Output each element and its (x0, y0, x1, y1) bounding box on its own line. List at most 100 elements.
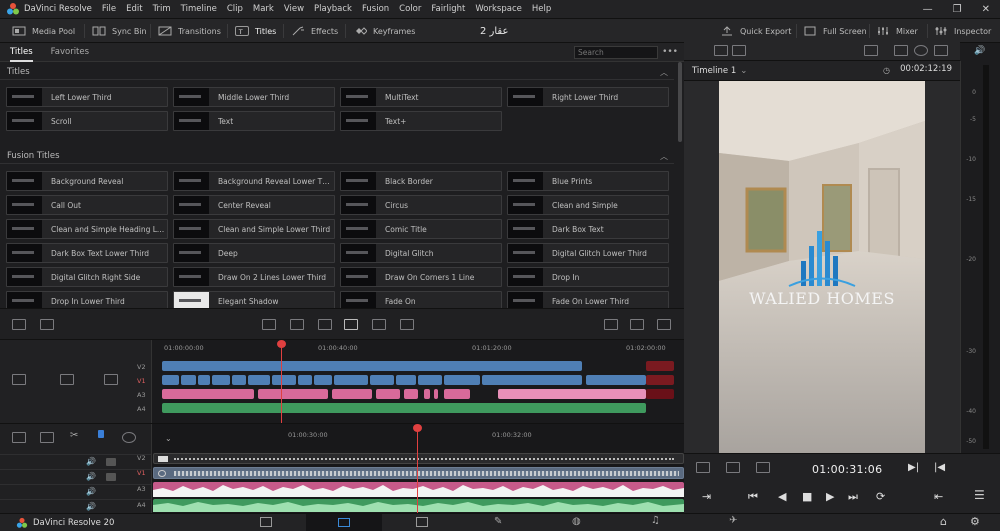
video-clip[interactable] (646, 375, 674, 385)
title-tile[interactable]: Scroll (6, 111, 168, 131)
menu-trim[interactable]: Trim (153, 4, 171, 14)
menu-edit[interactable]: Edit (126, 4, 142, 14)
go-to-end-icon[interactable]: ⏭ (848, 490, 858, 504)
audio-clip[interactable] (444, 389, 470, 399)
lower-timeline[interactable]: ✂ 🔊 🔊 🔊 🔊 01:00:30:00 01:00:32:00 ⌄ V2 V… (0, 423, 684, 514)
page-fusion-icon[interactable]: ✎ (494, 516, 502, 527)
title-tile[interactable]: Center Reveal (173, 195, 335, 215)
page-color-icon[interactable]: ◍ (572, 516, 581, 527)
video-clip[interactable] (248, 375, 270, 385)
overwrite-clip-icon[interactable] (290, 319, 304, 330)
audio-clip[interactable] (153, 482, 684, 497)
speaker-icon[interactable]: 🔊 (86, 472, 96, 481)
page-deliver-icon[interactable]: ✈ (729, 515, 737, 526)
menu-color[interactable]: Color (399, 4, 421, 14)
title-tile[interactable]: Background Reveal Lower Th... (173, 171, 335, 191)
viewer-settings-icon[interactable] (696, 462, 710, 473)
speaker-icon[interactable]: 🔊 (86, 502, 96, 511)
viewer-options-icon[interactable] (934, 45, 948, 56)
match-frame-icon[interactable]: ⇥ (702, 490, 711, 503)
clip-view-icon[interactable] (756, 462, 770, 473)
title-tile[interactable]: Digital Glitch (340, 243, 502, 263)
video-clip[interactable] (298, 375, 312, 385)
title-tile[interactable]: Comic Title (340, 219, 502, 239)
title-tile[interactable]: Clean and Simple Lower Third (173, 219, 335, 239)
title-tile[interactable]: MultiText (340, 87, 502, 107)
chevron-down-icon[interactable]: ⌄ (165, 434, 172, 443)
viewer-layout-icon[interactable] (714, 45, 728, 56)
menu-icon[interactable]: ☰ (974, 488, 985, 502)
menu-view[interactable]: View (284, 4, 304, 14)
video-clip[interactable] (162, 375, 179, 385)
title-tile[interactable]: Text (173, 111, 335, 131)
title-tile[interactable]: Dark Box Text Lower Third (6, 243, 168, 263)
browser-scrollbar[interactable] (678, 62, 682, 142)
menu-playback[interactable]: Playback (314, 4, 352, 14)
more-options-icon[interactable]: ••• (662, 47, 678, 57)
audio-waveform-icon[interactable] (40, 432, 54, 443)
viewer-zoom-icon[interactable] (864, 45, 878, 56)
auto-select-icon[interactable] (106, 458, 116, 466)
trim-icon[interactable] (40, 319, 54, 330)
prev-marker-icon[interactable]: |◀ (934, 462, 945, 473)
audio-clip[interactable] (162, 389, 254, 399)
filmstrip-view-icon[interactable] (657, 319, 671, 330)
menu-clip[interactable]: Clip (227, 4, 243, 14)
video-clip[interactable] (232, 375, 246, 385)
page-edit-icon[interactable] (416, 517, 428, 527)
video-clip[interactable] (370, 375, 394, 385)
audio-clip[interactable] (498, 389, 646, 399)
thumbnail-view-icon[interactable] (630, 319, 644, 330)
video-clip[interactable] (212, 375, 230, 385)
video-clip[interactable] (646, 361, 674, 371)
title-tile[interactable]: Draw On Corners 1 Line (340, 267, 502, 287)
title-tile[interactable]: Drop In (507, 267, 669, 287)
current-timecode[interactable]: 01:00:31:06 (812, 463, 882, 476)
menu-fairlight[interactable]: Fairlight (431, 4, 465, 14)
video-clip[interactable] (162, 361, 582, 371)
minimize-icon[interactable]: — (923, 4, 933, 15)
title-tile[interactable]: Left Lower Third (6, 87, 168, 107)
video-clip[interactable] (272, 375, 296, 385)
stop-icon[interactable]: ■ (802, 490, 812, 503)
video-clip[interactable] (586, 375, 646, 385)
title-clip[interactable] (153, 453, 684, 464)
transform-icon[interactable] (894, 45, 908, 56)
upper-timeline[interactable]: 01:00:00:00 01:00:40:00 01:01:20:00 01:0… (0, 340, 684, 423)
zoom-detail-icon[interactable] (60, 374, 74, 385)
title-tile[interactable]: Circus (340, 195, 502, 215)
titles-button[interactable]: T Titles (235, 19, 276, 43)
play-reverse-icon[interactable]: ◀ (778, 490, 786, 503)
title-tile[interactable]: Background Reveal (6, 171, 168, 191)
ripple-overwrite-icon[interactable] (372, 319, 386, 330)
video-clip[interactable] (153, 467, 684, 479)
title-tile[interactable]: Middle Lower Third (173, 87, 335, 107)
color-wheel-icon[interactable] (914, 45, 928, 56)
timeline-name[interactable]: Timeline 1 (692, 66, 736, 76)
sync-bin-button[interactable]: Sync Bin (92, 19, 147, 43)
audio-clip[interactable] (332, 389, 372, 399)
keyframes-button[interactable]: Keyframes (353, 19, 415, 43)
video-clip[interactable] (314, 375, 332, 385)
timeline-options-icon[interactable] (12, 432, 26, 443)
video-clip[interactable] (418, 375, 442, 385)
menu-mark[interactable]: Mark (253, 4, 274, 14)
title-tile[interactable]: Dark Box Text (507, 219, 669, 239)
link-icon[interactable] (122, 432, 136, 443)
dual-viewer-icon[interactable] (732, 45, 746, 56)
speaker-icon[interactable]: 🔊 (974, 46, 985, 56)
tab-titles[interactable]: Titles (10, 47, 33, 62)
video-clip[interactable] (482, 375, 582, 385)
zoom-custom-icon[interactable] (104, 374, 118, 385)
page-fairlight-icon[interactable]: ♫ (651, 515, 660, 526)
replace-clip-icon[interactable] (318, 319, 332, 330)
timeline-view-icon[interactable] (12, 319, 26, 330)
title-tile[interactable]: Clean and Simple (507, 195, 669, 215)
title-tile[interactable]: Clean and Simple Heading Lo... (6, 219, 168, 239)
audio-clip[interactable] (258, 389, 328, 399)
effects-button[interactable]: Effects (291, 19, 338, 43)
play-icon[interactable]: ▶ (826, 490, 834, 503)
audio-clip[interactable] (404, 389, 418, 399)
menu-fusion[interactable]: Fusion (362, 4, 389, 14)
chevron-down-icon[interactable]: ⌄ (740, 66, 747, 76)
